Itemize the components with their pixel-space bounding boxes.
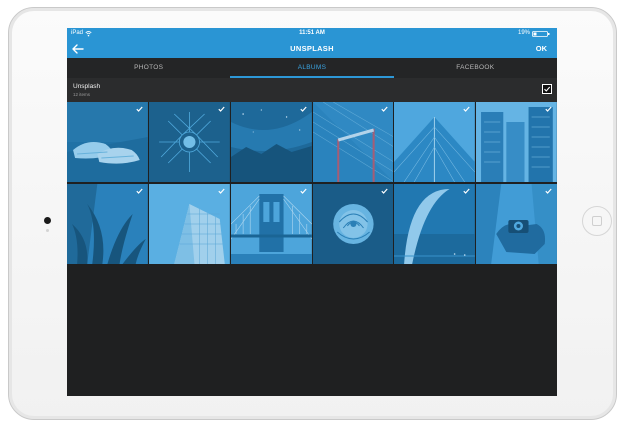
night-sky-photo: [230, 102, 312, 182]
photo-tile[interactable]: [394, 184, 476, 264]
skyscrapers-photo: [476, 102, 557, 182]
glass-building-photo: [394, 102, 476, 182]
checkmark-icon: [545, 106, 552, 112]
photo-tile[interactable]: [312, 184, 394, 264]
photo-tile[interactable]: [476, 184, 557, 264]
photo-tile[interactable]: [67, 184, 148, 264]
brooklyn-bridge-photo: [230, 184, 312, 264]
home-button[interactable]: [582, 206, 612, 236]
photo-grid: [67, 102, 557, 265]
geometric-sculpture-photo: [148, 102, 230, 182]
album-count: 12 items: [73, 92, 91, 97]
app-screen: iPad 11:51 AM 19% UNSPLASH OK PHOTOS ALB…: [67, 28, 557, 396]
gateway-arch-photo: [394, 184, 476, 264]
bridge-railing-photo: [312, 102, 394, 182]
flatiron-building-photo: [148, 184, 230, 264]
photo-tile[interactable]: [148, 184, 230, 264]
tab-facebook[interactable]: FACEBOOK: [394, 58, 557, 78]
tab-albums[interactable]: ALBUMS: [230, 58, 394, 78]
plants-photo: [67, 184, 148, 264]
nav-bar: UNSPLASH OK: [67, 40, 557, 58]
home-button-square-icon: [592, 216, 602, 226]
checkmark-icon: [299, 106, 307, 112]
tab-bar: PHOTOS ALBUMS FACEBOOK: [67, 58, 557, 78]
status-bar: iPad 11:51 AM 19%: [67, 28, 557, 40]
checkmark-icon: [545, 188, 552, 194]
checkmark-icon: [299, 188, 307, 194]
checkmark-icon: [218, 106, 225, 112]
battery-percent: 19%: [517, 30, 530, 36]
photo-tile[interactable]: [230, 102, 312, 182]
camera-sensor: [46, 229, 49, 232]
photo-tile[interactable]: [230, 184, 312, 264]
tab-photos[interactable]: PHOTOS: [67, 58, 230, 78]
checkmark-icon: [463, 188, 470, 194]
checkmark-icon: [544, 86, 551, 92]
select-all-checkbox[interactable]: [542, 84, 552, 94]
checkmark-icon: [136, 106, 143, 112]
battery-icon: [532, 31, 550, 37]
checkmark-icon: [136, 188, 143, 194]
sneakers-photo: [67, 102, 148, 182]
rose-photo: [312, 184, 394, 264]
photo-tile[interactable]: [312, 102, 394, 182]
photographer-camera-photo: [476, 184, 557, 264]
photo-tile[interactable]: [67, 102, 148, 182]
checkmark-icon: [381, 188, 388, 194]
checkmark-icon: [463, 106, 470, 112]
photo-tile[interactable]: [476, 102, 557, 182]
ok-button[interactable]: OK: [536, 44, 547, 53]
photo-tile[interactable]: [394, 102, 476, 182]
status-time: 11:51 AM: [299, 30, 325, 36]
photo-tile[interactable]: [148, 102, 230, 182]
checkmark-icon: [381, 106, 388, 112]
album-header: Unsplash 12 items: [67, 78, 557, 102]
front-camera: [44, 217, 51, 224]
checkmark-icon: [218, 188, 225, 194]
album-name: Unsplash: [73, 83, 101, 90]
page-title: UNSPLASH: [290, 44, 334, 53]
